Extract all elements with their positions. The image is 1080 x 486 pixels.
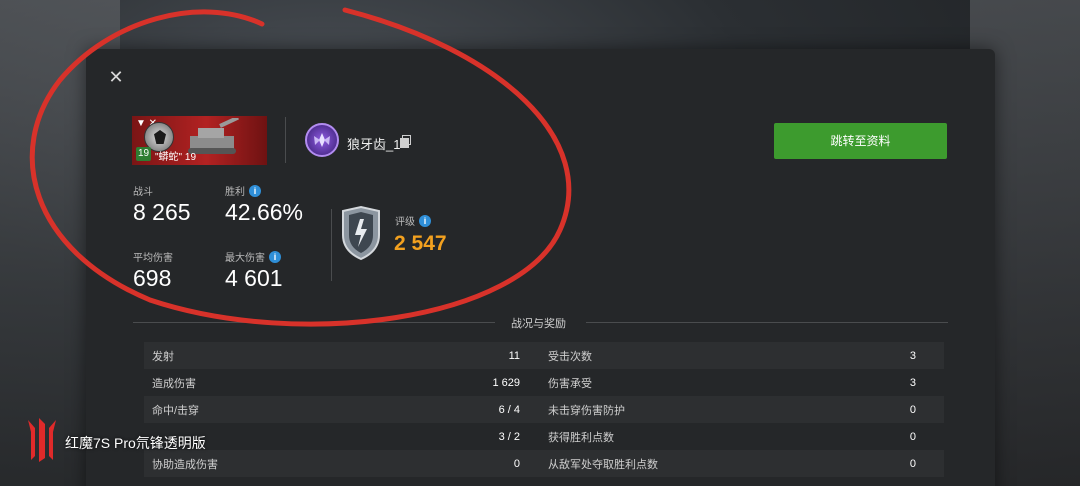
divider [586, 322, 948, 323]
table-cell-label: 获得胜利点数 [548, 431, 614, 444]
close-button[interactable]: ✕ [106, 67, 126, 87]
info-icon[interactable]: i [419, 214, 431, 227]
copy-icon[interactable] [400, 135, 411, 148]
divider [133, 322, 495, 323]
table-cell-value: 3 [909, 376, 916, 389]
table-cell-value: 6 / 4 [498, 403, 520, 416]
winrate-value: 42.66% [225, 199, 304, 225]
rating-label: 评级 [395, 217, 415, 228]
divider [331, 209, 332, 281]
table-cell-value: 3 / 2 [498, 430, 520, 443]
avg-damage-value: 698 [133, 265, 172, 291]
table-cell-label: 发射 [152, 350, 174, 363]
tank-card[interactable]: ▼ ✕ 19 "蟒蛇" 19 [132, 116, 267, 165]
table-cell-value: 0 [909, 457, 916, 470]
battles-label: 战斗 [133, 187, 153, 198]
table-cell-value: 0 [909, 403, 916, 416]
table-cell-value: 11 [508, 349, 520, 362]
info-icon[interactable]: i [249, 184, 261, 197]
max-damage-stat: 最大伤害 i 4 601 [225, 249, 283, 292]
table-cell-label: 受击次数 [548, 350, 592, 363]
winrate-stat: 胜利 i 42.66% [225, 183, 303, 226]
red-magic-logo-icon [28, 418, 56, 462]
player-name: 狼牙齿_1 [347, 137, 401, 152]
winrate-label: 胜利 [225, 187, 245, 198]
avg-damage-label: 平均伤害 [133, 253, 173, 264]
max-damage-label: 最大伤害 [225, 253, 265, 264]
table-cell-label: 未击穿伤害防护 [548, 404, 625, 417]
clan-wings-icon [305, 123, 339, 157]
tank-name: "蟒蛇" 19 [155, 152, 197, 163]
info-icon[interactable]: i [269, 250, 281, 263]
go-to-profile-button[interactable]: 跳转至资料 [774, 123, 947, 159]
battles-value: 8 265 [133, 199, 191, 225]
table-row: 命中/击穿 6 / 4 未击穿伤害防护 0 [144, 396, 944, 423]
table-row: 造成伤害 1 629 伤害承受 3 [144, 369, 944, 396]
rating-shield-icon [342, 205, 380, 261]
max-damage-value: 4 601 [225, 265, 283, 291]
tank-level-badge: 19 [136, 147, 151, 161]
table-cell-value: 3 [909, 349, 916, 362]
watermark-text: 红魔7S Pro氘锋透明版 [65, 435, 206, 451]
avg-damage-stat: 平均伤害 698 [133, 249, 173, 292]
device-watermark: 红魔7S Pro氘锋透明版 [25, 416, 245, 464]
table-cell-value: 1 629 [492, 376, 520, 389]
table-row: 发射 11 受击次数 3 [144, 342, 944, 369]
table-cell-label: 造成伤害 [152, 377, 196, 390]
battles-stat: 战斗 8 265 [133, 183, 191, 226]
table-cell-label: 从敌军处夺取胜利点数 [548, 458, 658, 471]
table-row: 协助造成伤害 0 从敌军处夺取胜利点数 0 [144, 450, 944, 477]
section-title: 战况与奖励 [511, 318, 566, 330]
rating-value: 2 547 [394, 232, 447, 255]
section-header: 战况与奖励 [133, 313, 948, 330]
table-row: 3 / 2 获得胜利点数 0 [144, 423, 944, 450]
table-cell-value: 0 [513, 457, 520, 470]
battle-stats-table: 发射 11 受击次数 3 造成伤害 1 629 伤害承受 3 命中/击穿 6 /… [144, 342, 944, 477]
table-cell-value: 0 [909, 430, 916, 443]
table-cell-label: 伤害承受 [548, 377, 592, 390]
divider [285, 117, 286, 163]
